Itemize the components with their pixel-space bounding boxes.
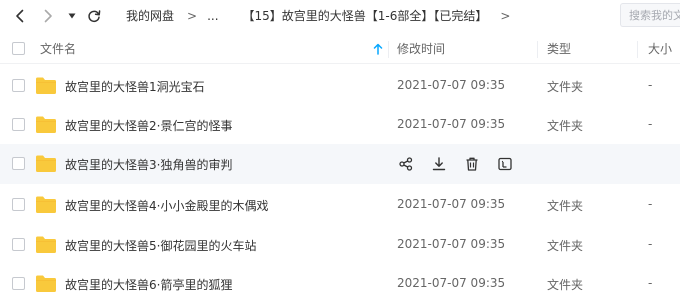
file-name[interactable]: 故宫里的大怪兽5·御花园里的火车站 (65, 237, 256, 254)
folder-icon (36, 196, 56, 213)
folder-icon (36, 275, 56, 292)
file-name[interactable]: 故宫里的大怪兽2·景仁宫的怪事 (65, 117, 232, 134)
modified-time: 2021-07-07 09:35 (397, 117, 506, 131)
file-type: 文件夹 (547, 239, 584, 253)
back-button[interactable] (10, 6, 30, 26)
column-divider[interactable] (637, 41, 638, 58)
arrow-up-icon[interactable] (373, 43, 383, 55)
file-name[interactable]: 故宫里的大怪兽1洞光宝石 (65, 78, 205, 95)
row-actions (397, 155, 529, 173)
delete-icon (466, 157, 478, 171)
column-divider[interactable] (388, 41, 389, 58)
table-row[interactable]: 故宫里的大怪兽2·景仁宫的怪事 2021-07-07 09:35 文件夹 - (0, 105, 680, 145)
row-checkbox[interactable] (12, 277, 25, 290)
row-checkbox[interactable] (12, 79, 25, 92)
file-size: - (648, 117, 653, 131)
file-name[interactable]: 故宫里的大怪兽4·小小金殿里的木偶戏 (65, 197, 268, 214)
file-size: - (648, 237, 653, 251)
file-type: 文件夹 (547, 199, 584, 213)
table-header: 文件名 修改时间 类型 大小 (0, 34, 680, 64)
download-button[interactable] (430, 155, 448, 173)
column-divider[interactable] (537, 41, 538, 58)
more-button[interactable] (496, 155, 514, 173)
column-header-name[interactable]: 文件名 (40, 34, 76, 64)
row-checkbox[interactable] (12, 157, 25, 170)
column-header-modified[interactable]: 修改时间 (397, 34, 445, 64)
table-row[interactable]: 故宫里的大怪兽3·独角兽的审判 (0, 144, 680, 184)
row-checkbox[interactable] (12, 198, 25, 211)
row-checkbox[interactable] (12, 118, 25, 131)
folder-icon (36, 236, 56, 253)
refresh-icon (88, 10, 101, 23)
file-type: 文件夹 (547, 80, 584, 94)
file-size: - (648, 276, 653, 290)
table-row[interactable]: 故宫里的大怪兽4·小小金殿里的木偶戏 2021-07-07 09:35 文件夹 … (0, 185, 680, 225)
file-size: - (648, 78, 653, 92)
modified-time: 2021-07-07 09:35 (397, 197, 506, 211)
toolbar: 我的网盘 > ... 【15】故宫里的大怪兽【1-6部全】【已完结】 > (0, 0, 680, 32)
breadcrumb-separator: > (500, 8, 511, 23)
refresh-button[interactable] (84, 6, 104, 26)
breadcrumb-current: 【15】故宫里的大怪兽【1-6部全】【已完结】 (242, 9, 488, 23)
download-icon (432, 157, 446, 171)
modified-time: 2021-07-07 09:35 (397, 78, 506, 92)
file-name[interactable]: 故宫里的大怪兽6·箭亭里的狐狸 (65, 276, 232, 293)
folder-icon (36, 77, 56, 94)
folder-icon (36, 155, 56, 172)
breadcrumb: 我的网盘 > ... 【15】故宫里的大怪兽【1-6部全】【已完结】 > (126, 7, 520, 24)
caret-down-icon (68, 13, 76, 19)
share-icon (399, 157, 413, 171)
table-row[interactable]: 故宫里的大怪兽1洞光宝石 2021-07-07 09:35 文件夹 - (0, 66, 680, 106)
chevron-right-icon (44, 9, 52, 23)
row-checkbox[interactable] (12, 238, 25, 251)
select-all-checkbox[interactable] (12, 42, 25, 55)
file-size: - (648, 197, 653, 211)
file-type: 文件夹 (547, 278, 584, 292)
table-row[interactable]: 故宫里的大怪兽6·箭亭里的狐狸 2021-07-07 09:35 文件夹 - (0, 264, 680, 304)
table-row[interactable]: 故宫里的大怪兽5·御花园里的火车站 2021-07-07 09:35 文件夹 - (0, 225, 680, 265)
forward-button[interactable] (38, 6, 58, 26)
share-button[interactable] (397, 155, 415, 173)
history-dropdown[interactable] (64, 6, 80, 26)
search-input[interactable] (621, 4, 680, 26)
breadcrumb-root[interactable]: 我的网盘 (126, 7, 174, 24)
chevron-left-icon (16, 9, 24, 23)
modified-time: 2021-07-07 09:35 (397, 276, 506, 290)
delete-button[interactable] (463, 155, 481, 173)
breadcrumb-ellipsis[interactable]: ... (207, 9, 218, 23)
file-name[interactable]: 故宫里的大怪兽3·独角兽的审判 (65, 156, 232, 173)
modified-time: 2021-07-07 09:35 (397, 237, 506, 251)
column-header-type[interactable]: 类型 (547, 34, 571, 64)
folder-icon (36, 116, 56, 133)
search-box (620, 3, 680, 27)
column-header-size[interactable]: 大小 (648, 34, 672, 64)
file-type: 文件夹 (547, 119, 584, 133)
breadcrumb-separator: > (187, 8, 198, 23)
more-icon (498, 157, 512, 171)
